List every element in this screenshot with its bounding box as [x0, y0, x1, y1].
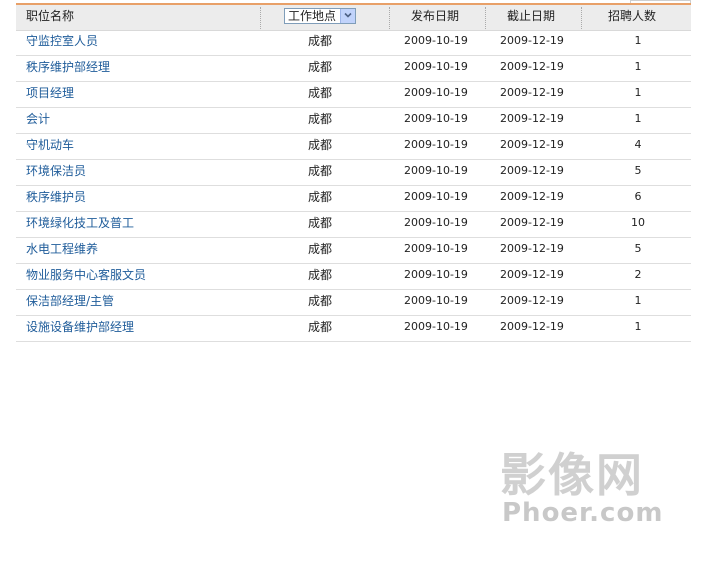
dropdown-button[interactable]	[340, 9, 355, 23]
column-header-deadline: 截止日期	[507, 9, 556, 23]
job-title-link[interactable]: 物业服务中心客服文员	[26, 264, 146, 289]
watermark-text-en: Phoer.com	[502, 498, 664, 528]
table-row: 秩序维护部经理 成都 2009-10-19 2009-12-19 1	[16, 56, 691, 82]
deadline-date: 2009-12-19	[500, 320, 564, 333]
publish-date: 2009-10-19	[404, 34, 468, 47]
headcount: 5	[634, 164, 642, 177]
headcount: 4	[634, 138, 642, 151]
publish-date: 2009-10-19	[404, 216, 468, 229]
job-list: 守监控室人员 成都 2009-10-19 2009-12-19 1 秩序维护部经…	[16, 30, 691, 342]
table-row: 水电工程维养 成都 2009-10-19 2009-12-19 5	[16, 238, 691, 264]
location-filter-select[interactable]: 工作地点	[284, 8, 356, 24]
headcount: 10	[631, 216, 645, 229]
job-location: 成都	[308, 242, 333, 256]
job-title-link[interactable]: 秩序维护部经理	[26, 56, 110, 81]
headcount: 1	[634, 34, 642, 47]
deadline-date: 2009-12-19	[500, 190, 564, 203]
job-location: 成都	[308, 268, 333, 282]
table-row: 守机动车 成都 2009-10-19 2009-12-19 4	[16, 134, 691, 160]
publish-date: 2009-10-19	[404, 190, 468, 203]
deadline-date: 2009-12-19	[500, 86, 564, 99]
publish-date: 2009-10-19	[404, 320, 468, 333]
job-title-link[interactable]: 守监控室人员	[26, 30, 98, 55]
job-location: 成都	[308, 34, 333, 48]
job-title-link[interactable]: 项目经理	[26, 82, 74, 107]
column-divider	[485, 7, 486, 29]
table-row: 秩序维护员 成都 2009-10-19 2009-12-19 6	[16, 186, 691, 212]
table-row: 项目经理 成都 2009-10-19 2009-12-19 1	[16, 82, 691, 108]
column-header-name: 职位名称	[26, 9, 75, 23]
table-row: 物业服务中心客服文员 成都 2009-10-19 2009-12-19 2	[16, 264, 691, 290]
watermark-text-cn: 影像网	[500, 448, 644, 502]
table-header: 职位名称 工作地点 发布日期 截止日期 招聘人数	[16, 5, 691, 31]
job-title-link[interactable]: 环境绿化技工及普工	[26, 212, 134, 237]
job-title-link[interactable]: 水电工程维养	[26, 238, 98, 263]
headcount: 1	[634, 294, 642, 307]
job-location: 成都	[308, 112, 333, 126]
job-location: 成都	[308, 190, 333, 204]
watermark: 影像网 Phoer.com	[500, 450, 670, 530]
deadline-date: 2009-12-19	[500, 60, 564, 73]
publish-date: 2009-10-19	[404, 268, 468, 281]
table-row: 会计 成都 2009-10-19 2009-12-19 1	[16, 108, 691, 134]
column-divider	[581, 7, 582, 29]
job-title-link[interactable]: 设施设备维护部经理	[26, 316, 134, 341]
publish-date: 2009-10-19	[404, 138, 468, 151]
job-title-link[interactable]: 保洁部经理/主管	[26, 290, 114, 315]
publish-date: 2009-10-19	[404, 294, 468, 307]
job-location: 成都	[308, 164, 333, 178]
deadline-date: 2009-12-19	[500, 138, 564, 151]
column-header-publish-date: 发布日期	[411, 9, 460, 23]
deadline-date: 2009-12-19	[500, 34, 564, 47]
job-location: 成都	[308, 60, 333, 74]
table-row: 环境保洁员 成都 2009-10-19 2009-12-19 5	[16, 160, 691, 186]
job-title-link[interactable]: 会计	[26, 108, 50, 133]
job-title-link[interactable]: 环境保洁员	[26, 160, 86, 185]
top-right-tab-edge	[630, 0, 691, 3]
publish-date: 2009-10-19	[404, 86, 468, 99]
job-location: 成都	[308, 86, 333, 100]
deadline-date: 2009-12-19	[500, 294, 564, 307]
location-filter-value: 工作地点	[288, 9, 337, 23]
headcount: 1	[634, 112, 642, 125]
headcount: 1	[634, 60, 642, 73]
headcount: 1	[634, 320, 642, 333]
job-title-link[interactable]: 秩序维护员	[26, 186, 86, 211]
deadline-date: 2009-12-19	[500, 216, 564, 229]
headcount: 6	[634, 190, 642, 203]
job-title-link[interactable]: 守机动车	[26, 134, 74, 159]
column-header-headcount: 招聘人数	[608, 9, 657, 23]
headcount: 5	[634, 242, 642, 255]
deadline-date: 2009-12-19	[500, 268, 564, 281]
deadline-date: 2009-12-19	[500, 242, 564, 255]
deadline-date: 2009-12-19	[500, 112, 564, 125]
publish-date: 2009-10-19	[404, 164, 468, 177]
job-location: 成都	[308, 320, 333, 334]
job-location: 成都	[308, 216, 333, 230]
headcount: 2	[634, 268, 642, 281]
publish-date: 2009-10-19	[404, 242, 468, 255]
job-location: 成都	[308, 138, 333, 152]
publish-date: 2009-10-19	[404, 112, 468, 125]
column-divider	[389, 7, 390, 29]
table-row: 环境绿化技工及普工 成都 2009-10-19 2009-12-19 10	[16, 212, 691, 238]
column-divider	[260, 7, 261, 29]
table-row: 守监控室人员 成都 2009-10-19 2009-12-19 1	[16, 30, 691, 56]
chevron-down-icon	[344, 12, 352, 18]
publish-date: 2009-10-19	[404, 60, 468, 73]
headcount: 1	[634, 86, 642, 99]
table-row: 保洁部经理/主管 成都 2009-10-19 2009-12-19 1	[16, 290, 691, 316]
table-row: 设施设备维护部经理 成都 2009-10-19 2009-12-19 1	[16, 316, 691, 342]
deadline-date: 2009-12-19	[500, 164, 564, 177]
job-location: 成都	[308, 294, 333, 308]
